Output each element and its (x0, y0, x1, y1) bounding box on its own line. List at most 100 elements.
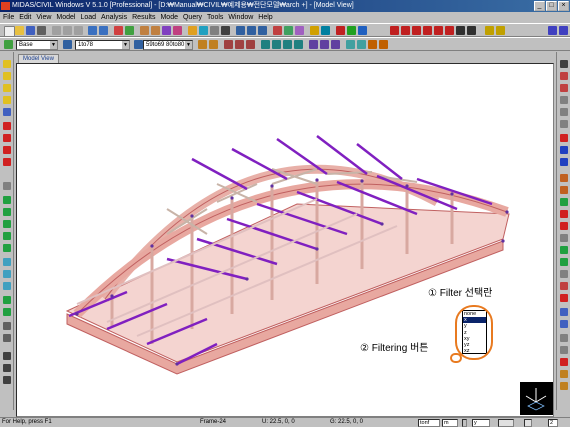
chevron-down-icon[interactable]: ▼ (50, 41, 57, 49)
delete-icon[interactable] (336, 26, 345, 35)
cursor-icon[interactable] (3, 352, 11, 360)
check-icon[interactable] (346, 40, 355, 49)
export-icon[interactable] (560, 382, 568, 390)
zoom-fit-icon[interactable] (559, 26, 568, 35)
pen-icon[interactable] (560, 72, 568, 80)
filtering-button[interactable] (462, 419, 467, 427)
temperature-icon[interactable] (560, 308, 568, 316)
blue-tool-icon[interactable] (560, 146, 568, 154)
zoom-in-icon[interactable] (3, 60, 11, 68)
perspective-icon[interactable] (467, 26, 476, 35)
thickness-icon[interactable] (209, 40, 218, 49)
menu-edit[interactable]: Edit (19, 14, 31, 21)
rotate-icon[interactable] (258, 26, 267, 35)
property-icon[interactable] (162, 26, 171, 35)
activate-icon[interactable] (3, 296, 11, 304)
menu-model[interactable]: Model (56, 14, 75, 21)
select-icon[interactable] (210, 26, 219, 35)
unselect-all-icon[interactable] (3, 282, 11, 290)
menu-results[interactable]: Results (132, 14, 155, 21)
pan-icon[interactable] (3, 108, 11, 116)
fill-icon[interactable] (560, 186, 568, 194)
app-icon[interactable] (1, 2, 10, 10)
inactivate-icon[interactable] (3, 308, 11, 316)
warning-icon[interactable] (560, 358, 568, 366)
load-icon[interactable] (188, 26, 197, 35)
merge-icon[interactable] (320, 40, 329, 49)
filter-select[interactable]: y (472, 419, 490, 427)
extrude-icon[interactable] (331, 40, 340, 49)
new-file-icon[interactable] (4, 26, 15, 37)
view-left-icon[interactable] (434, 26, 443, 35)
material-icon[interactable] (198, 40, 207, 49)
minimize-button[interactable]: _ (534, 1, 545, 11)
structure-group-icon[interactable] (4, 40, 13, 49)
analysis-icon[interactable] (114, 26, 123, 35)
arrow-left-icon[interactable] (3, 122, 11, 130)
zoom-window-icon[interactable] (548, 26, 557, 35)
chevron-down-icon[interactable]: ▼ (122, 41, 129, 49)
label-icon[interactable] (310, 26, 319, 35)
unit-length-select[interactable]: m (442, 419, 458, 427)
mirror-icon[interactable] (294, 40, 303, 49)
pencil-icon[interactable] (560, 84, 568, 92)
menu-help[interactable]: Help (258, 14, 272, 21)
view-right-icon[interactable] (445, 26, 454, 35)
menu-file[interactable]: File (3, 14, 14, 21)
view-iso-icon[interactable] (412, 26, 421, 35)
select-window-icon[interactable] (3, 196, 11, 204)
group-icon[interactable] (358, 26, 367, 35)
page-number-field[interactable]: 2 (548, 419, 558, 427)
moving-load-icon[interactable] (560, 320, 568, 328)
section-icon[interactable] (63, 40, 72, 49)
view-top-icon[interactable] (401, 26, 410, 35)
menu-analysis[interactable]: Analysis (101, 14, 127, 21)
paste-icon[interactable] (74, 26, 83, 35)
select-intersect-icon[interactable] (3, 220, 11, 228)
zoom-fit-icon[interactable] (3, 84, 11, 92)
render-icon[interactable] (321, 26, 330, 35)
pan-icon[interactable] (247, 26, 256, 35)
menu-load[interactable]: Load (80, 14, 96, 21)
base-combo[interactable]: Base ▼ (16, 40, 58, 50)
eraser-icon[interactable] (560, 234, 568, 242)
boundary-icon[interactable] (173, 26, 182, 35)
report-icon[interactable] (560, 370, 568, 378)
menu-mode[interactable]: Mode (160, 14, 178, 21)
green-tool-icon[interactable] (560, 198, 568, 206)
menu-view[interactable]: View (36, 14, 51, 21)
gear-icon[interactable] (560, 270, 568, 278)
rotate-element-icon[interactable] (283, 40, 292, 49)
menu-window[interactable]: Window (228, 14, 253, 21)
mesh-icon[interactable] (199, 26, 208, 35)
vertical-line-icon[interactable] (560, 108, 568, 116)
copy-icon[interactable] (63, 26, 72, 35)
hidden-icon[interactable] (284, 26, 293, 35)
redo-icon[interactable] (99, 26, 108, 35)
renumber-icon[interactable] (357, 40, 366, 49)
save-icon[interactable] (26, 26, 35, 35)
result-icon[interactable] (560, 334, 568, 342)
maximize-button[interactable]: □ (546, 1, 557, 11)
hidden-line-icon[interactable] (3, 322, 11, 330)
display-icon[interactable] (273, 26, 282, 35)
zoom-window-icon[interactable] (3, 96, 11, 104)
table-icon[interactable] (560, 346, 568, 354)
node-icon[interactable] (140, 26, 149, 35)
results-icon[interactable] (125, 26, 134, 35)
pressure-icon[interactable] (560, 294, 568, 302)
select-single-icon[interactable] (3, 182, 11, 190)
plate-icon[interactable] (246, 40, 255, 49)
unit-force-select[interactable]: tonf (418, 419, 440, 427)
size-combo[interactable]: 59to69 80to80 11 ▼ (143, 40, 193, 50)
select-polygon-icon[interactable] (3, 208, 11, 216)
spring-icon[interactable] (560, 246, 568, 254)
zoom-icon[interactable] (236, 26, 245, 35)
zoom-out-icon[interactable] (3, 72, 11, 80)
wireframe-icon[interactable] (456, 26, 465, 35)
marker-icon[interactable] (560, 210, 568, 218)
chevron-down-icon[interactable]: ▼ (185, 41, 192, 49)
element-icon[interactable] (151, 26, 160, 35)
copy-node-icon[interactable] (261, 40, 270, 49)
tooltip-icon[interactable] (485, 26, 494, 35)
